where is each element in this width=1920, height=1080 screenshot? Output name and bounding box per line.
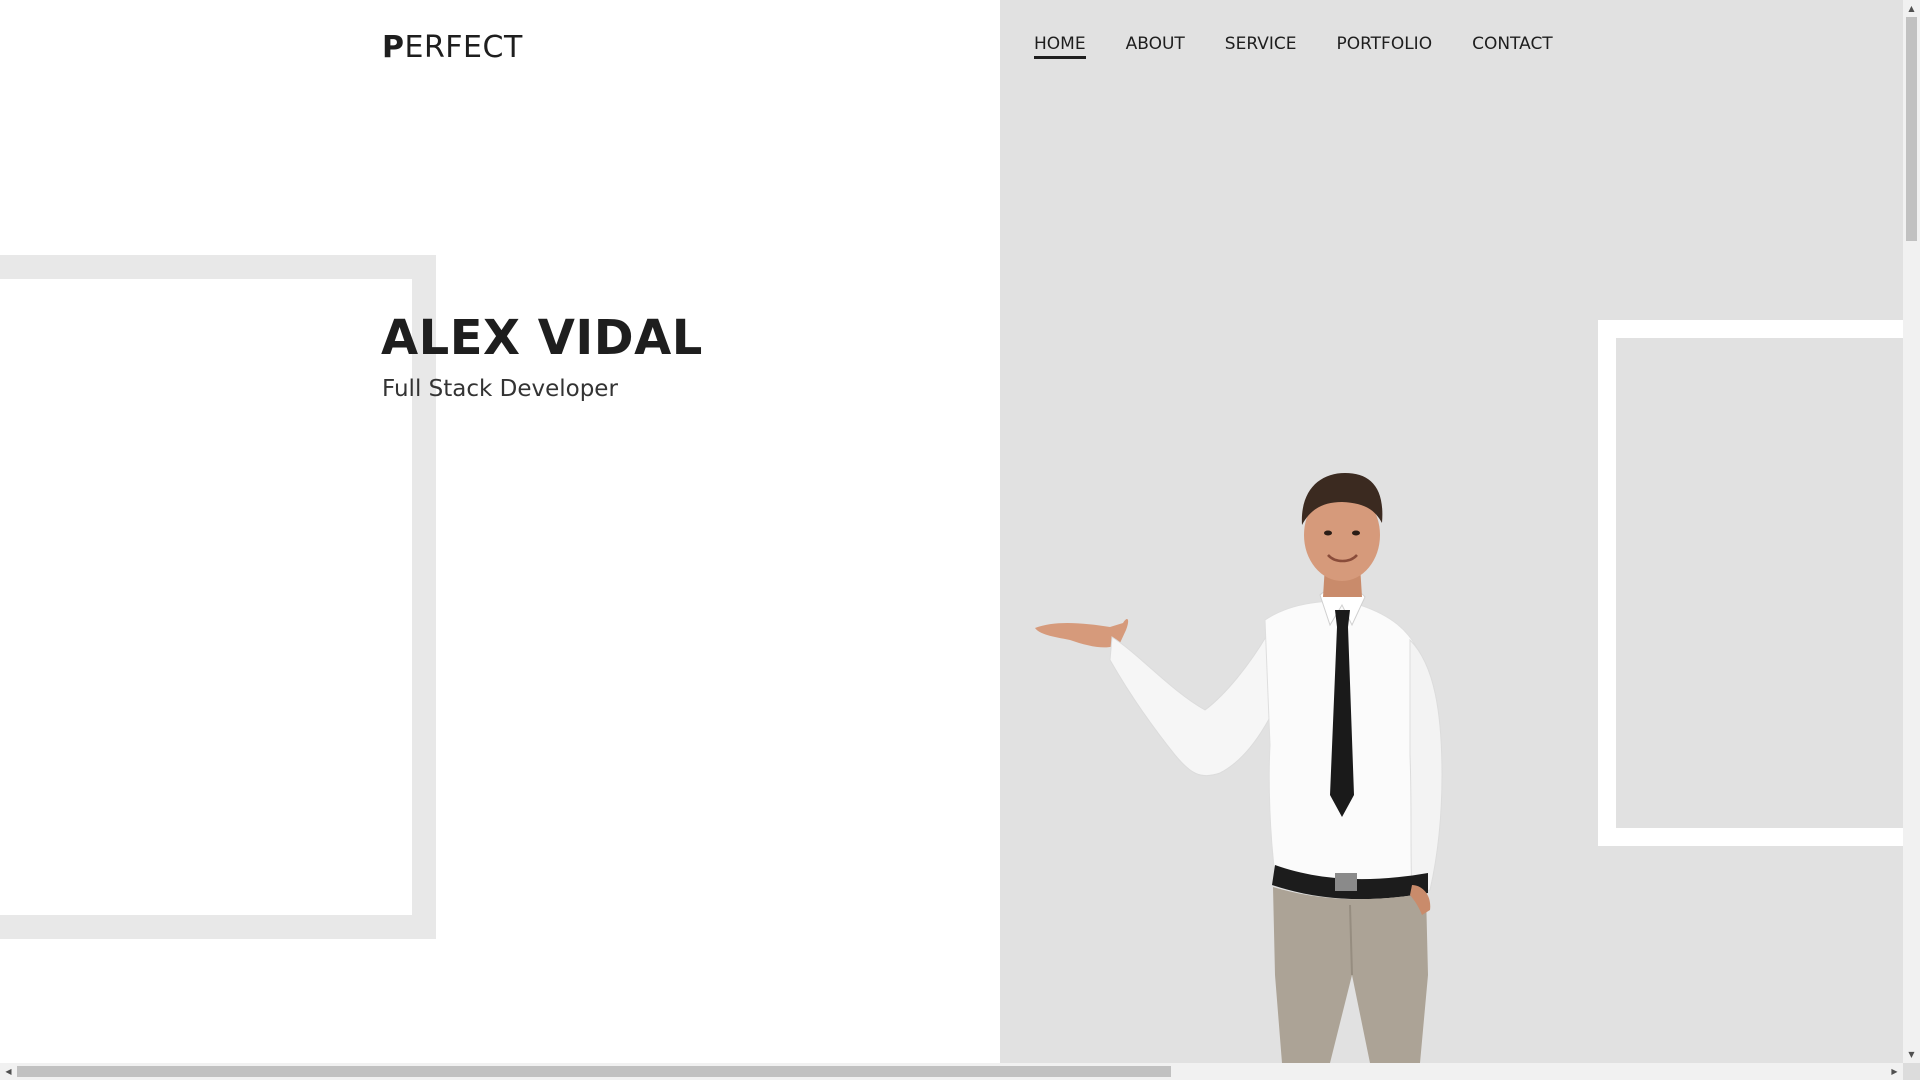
nav-item-portfolio[interactable]: PORTFOLIO (1336, 34, 1432, 59)
vertical-scrollbar[interactable]: ▲ ▼ (1903, 0, 1920, 1063)
decorative-frame-right (1598, 320, 1903, 846)
main-navigation: HOME ABOUT SERVICE PORTFOLIO CONTACT (1034, 34, 1593, 59)
nav-item-home[interactable]: HOME (1034, 34, 1086, 59)
hero-name: ALEX VIDAL (381, 310, 703, 366)
nav-item-contact[interactable]: CONTACT (1472, 34, 1553, 59)
vertical-scroll-thumb[interactable] (1906, 17, 1917, 241)
page-viewport: P ERFECT HOME ABOUT SERVICE PORTFOLIO CON… (0, 0, 1903, 1063)
site-logo[interactable]: P ERFECT (382, 30, 523, 65)
scroll-left-arrow-icon[interactable]: ◀ (0, 1063, 17, 1080)
logo-text: ERFECT (404, 30, 523, 65)
nav-item-about[interactable]: ABOUT (1126, 34, 1185, 59)
decorative-frame-left (0, 255, 436, 939)
scroll-down-arrow-icon[interactable]: ▼ (1903, 1046, 1920, 1063)
scrollbar-corner (1903, 1063, 1920, 1080)
scroll-up-arrow-icon[interactable]: ▲ (1903, 0, 1920, 17)
scroll-right-arrow-icon[interactable]: ▶ (1886, 1063, 1903, 1080)
logo-mark: P (382, 30, 405, 65)
horizontal-scrollbar[interactable]: ◀ ▶ (0, 1063, 1903, 1080)
businessman-illustration (1035, 473, 1443, 1063)
hero-role: Full Stack Developer (382, 376, 618, 402)
horizontal-scroll-thumb[interactable] (17, 1066, 1171, 1077)
nav-item-service[interactable]: SERVICE (1225, 34, 1297, 59)
